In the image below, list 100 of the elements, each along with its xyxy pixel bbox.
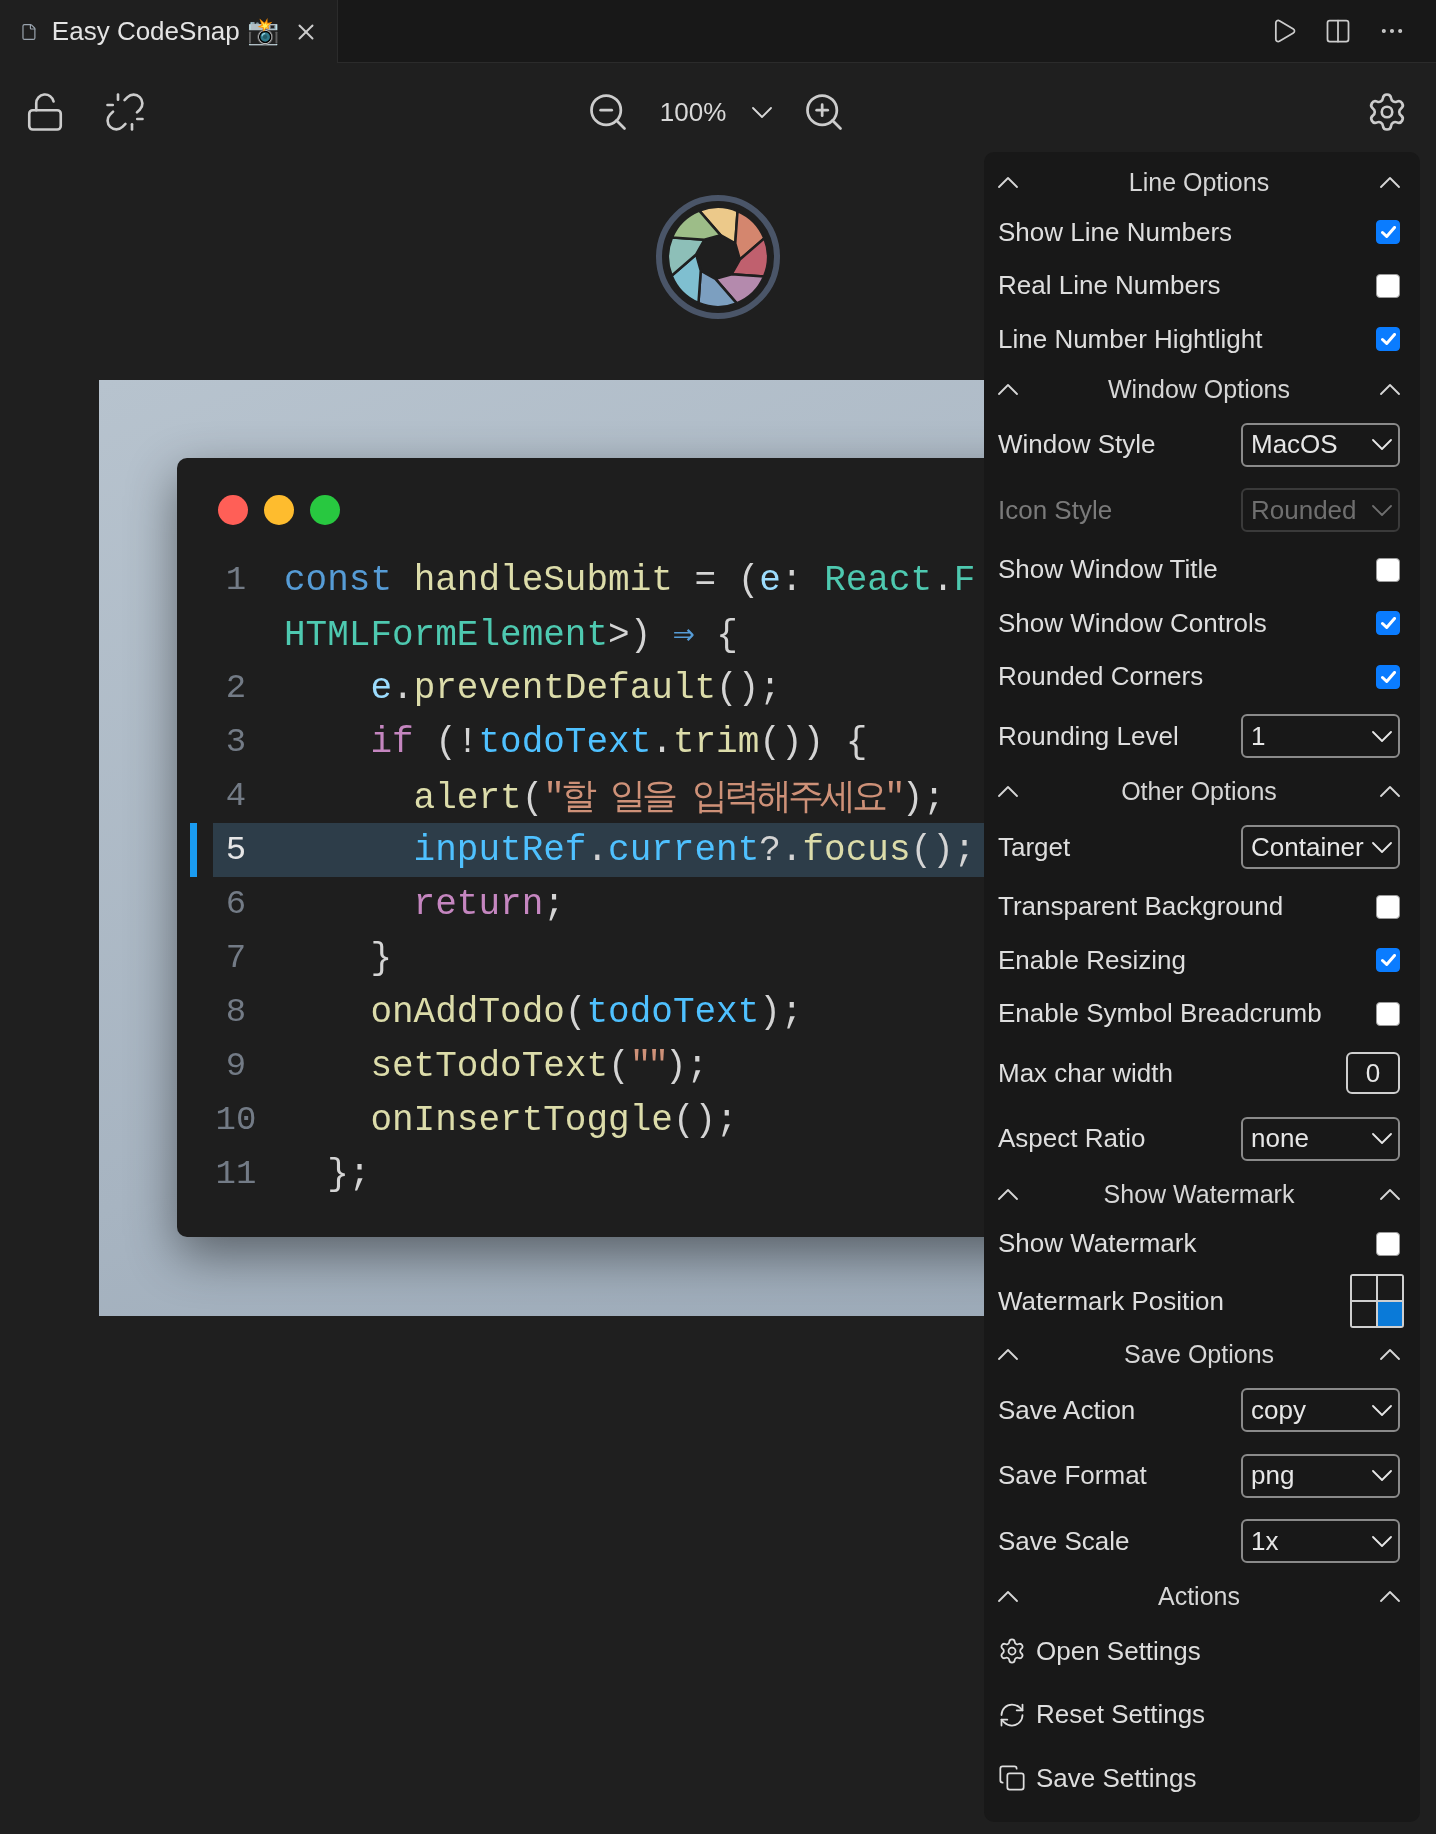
dropdown[interactable]: MacOS: [1241, 422, 1400, 467]
chevron-down-icon: [1372, 1470, 1392, 1482]
option-label: Icon Style: [998, 494, 1113, 526]
chevron-down-icon: [1372, 841, 1392, 853]
chevron-up-icon: [998, 786, 1018, 798]
checkbox[interactable]: [1376, 1001, 1400, 1026]
option-label: Target: [998, 831, 1071, 863]
checkbox[interactable]: [1376, 1231, 1400, 1256]
grid-cell[interactable]: [1352, 1302, 1376, 1327]
option-label: Enable Symbol Breadcrumb: [998, 998, 1322, 1030]
dropdown[interactable]: Container: [1241, 825, 1400, 870]
line-number: 2: [224, 669, 248, 707]
option-label: Line Number Hightlight: [998, 323, 1263, 355]
option-label: Aspect Ratio: [998, 1123, 1146, 1155]
code-line: return;: [412, 883, 565, 925]
code-line: HTMLFormElement>) ⇒ {: [284, 614, 738, 656]
code-line: };: [326, 1153, 371, 1195]
line-number: 9: [224, 1047, 248, 1085]
option-label: Save Action: [998, 1394, 1136, 1426]
line-number: 5: [224, 831, 248, 869]
code-line: onInsertToggle();: [369, 1099, 738, 1141]
minimize-dot: [264, 495, 294, 525]
chevron-up-icon: [998, 1349, 1018, 1361]
section-header[interactable]: Window Options: [998, 366, 1400, 412]
chevron-up-icon: [998, 1188, 1018, 1200]
option-label: Show Line Numbers: [998, 216, 1233, 248]
action-button[interactable]: Reset Settings: [998, 1683, 1400, 1747]
zoom-select[interactable]: 100%: [659, 96, 773, 128]
chevron-up-icon: [1380, 786, 1400, 798]
dropdown[interactable]: none: [1241, 1116, 1400, 1161]
checkmark-icon: [1380, 670, 1396, 683]
chevron-up-icon: [1380, 1591, 1400, 1603]
checkmark-icon: [1380, 226, 1396, 239]
chevron-down-icon: [1372, 439, 1392, 451]
section-header[interactable]: Show Watermark: [998, 1171, 1400, 1217]
line-number: 10: [214, 1101, 258, 1139]
checkbox[interactable]: [1376, 220, 1400, 245]
checkbox[interactable]: [1376, 948, 1400, 973]
grid-cell[interactable]: [1378, 1302, 1402, 1327]
section-header[interactable]: Actions: [998, 1573, 1400, 1620]
checkbox[interactable]: [1376, 664, 1400, 689]
chevron-up-icon: [1380, 177, 1400, 189]
position-picker[interactable]: [1350, 1274, 1404, 1329]
line-number: 1: [224, 561, 248, 599]
checkbox[interactable]: [1376, 327, 1400, 352]
copy-icon: [998, 1764, 1026, 1793]
line-number: 4: [224, 777, 248, 815]
option-label: Window Style: [998, 429, 1156, 461]
option-label: Show Window Controls: [998, 607, 1267, 639]
maximize-dot: [310, 495, 340, 525]
action-button[interactable]: Save Settings: [998, 1746, 1400, 1810]
section-header[interactable]: Save Options: [998, 1332, 1400, 1378]
checkbox[interactable]: [1376, 894, 1400, 919]
option-label: Rounded Corners: [998, 661, 1204, 693]
option-label: Show Watermark: [998, 1228, 1197, 1260]
dropdown[interactable]: 1: [1241, 714, 1400, 759]
option-label: Rounding Level: [998, 720, 1179, 752]
dropdown[interactable]: copy: [1241, 1388, 1400, 1433]
grid-cell[interactable]: [1352, 1276, 1376, 1301]
code-line: e.preventDefault();: [369, 667, 781, 709]
split-editor-icon[interactable]: [1324, 17, 1352, 45]
section-header[interactable]: Other Options: [998, 768, 1400, 815]
checkbox[interactable]: [1376, 611, 1400, 636]
chevron-down-icon: [1372, 730, 1392, 742]
option-label: Save Scale: [998, 1525, 1130, 1557]
line-number: 7: [224, 939, 248, 977]
chevron-down-icon: [1372, 1404, 1392, 1416]
code-line: alert("할 일을 입력해주세요");: [412, 776, 945, 821]
section-header[interactable]: Line Options: [998, 160, 1400, 206]
chevron-down-icon: [1372, 1133, 1392, 1145]
option-label: Show Window Title: [998, 554, 1218, 585]
grid-cell[interactable]: [1378, 1276, 1402, 1301]
chevron-up-icon: [998, 177, 1018, 189]
checkmark-icon: [1380, 617, 1396, 630]
close-dot: [218, 495, 248, 525]
option-label: Max char width: [998, 1057, 1173, 1089]
code-line: const handleSubmit = (e: React.F: [284, 559, 976, 601]
chevron-up-icon: [998, 1591, 1018, 1603]
chevron-up-icon: [1380, 1188, 1400, 1200]
dropdown[interactable]: png: [1241, 1453, 1400, 1498]
dropdown[interactable]: 1x: [1241, 1519, 1400, 1564]
unlink-icon[interactable]: [104, 91, 146, 133]
option-label: Transparent Background: [998, 891, 1284, 923]
number-field[interactable]: 0: [1346, 1052, 1400, 1095]
checkbox[interactable]: [1376, 557, 1400, 582]
option-label: Save Format: [998, 1460, 1147, 1492]
code-line: }: [369, 937, 393, 979]
line-number: 11: [214, 1155, 258, 1193]
code-line: if (!todoText.trim()) {: [369, 721, 868, 763]
action-button[interactable]: Open Settings: [998, 1619, 1400, 1683]
checkbox[interactable]: [1376, 273, 1400, 298]
option-label: Enable Resizing: [998, 944, 1186, 976]
chevron-up-icon: [998, 383, 1018, 395]
gear-icon: [998, 1637, 1026, 1666]
chevron-down-icon: [1372, 1535, 1392, 1547]
checkmark-icon: [1380, 333, 1396, 346]
line-number: 8: [224, 993, 248, 1031]
option-label: Watermark Position: [998, 1285, 1224, 1317]
code-line: onAddTodo(todoText);: [369, 991, 803, 1033]
chevron-up-icon: [1380, 383, 1400, 395]
